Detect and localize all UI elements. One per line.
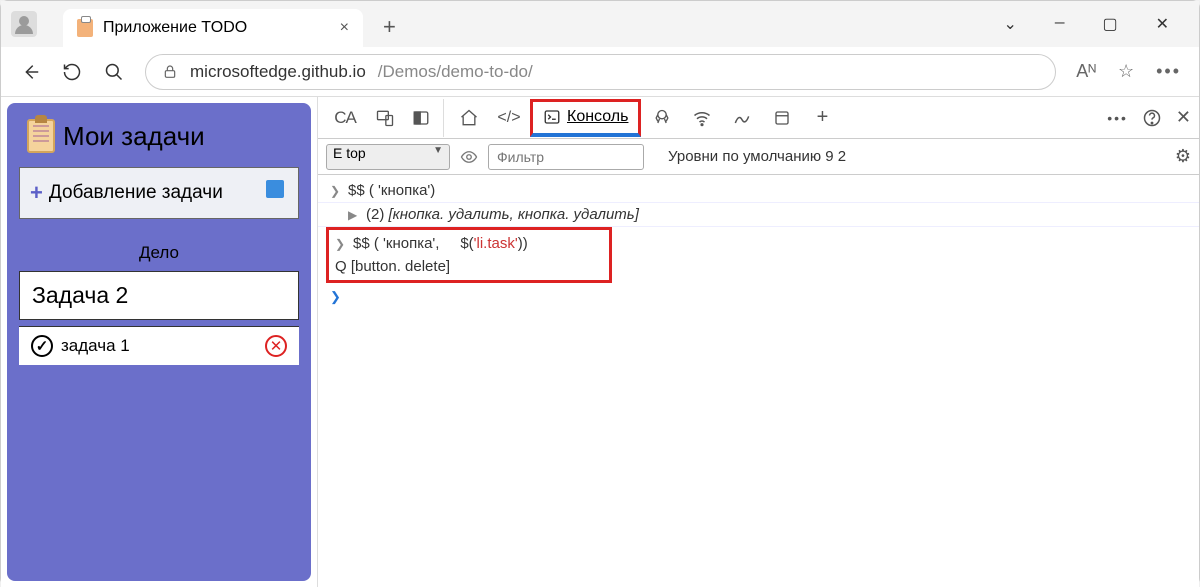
lock-icon xyxy=(162,64,178,80)
console-code: $$ ( 'кнопка') xyxy=(348,182,435,199)
url-field[interactable]: microsoftedge.github.io/Demos/demo-to-do… xyxy=(145,54,1056,90)
search-button-icon[interactable] xyxy=(103,61,125,83)
console-tab[interactable]: Консоль xyxy=(530,99,641,137)
application-tab-icon[interactable] xyxy=(763,99,801,137)
context-select[interactable]: E top xyxy=(326,144,450,170)
devtools-tabs: CA </> Консоль xyxy=(318,97,1199,139)
close-devtools-icon[interactable]: ✕ xyxy=(1176,107,1191,128)
more-menu-icon[interactable]: ••• xyxy=(1156,61,1181,82)
network-tab-icon[interactable] xyxy=(683,99,721,137)
clipboard-icon xyxy=(27,119,55,153)
clipboard-icon xyxy=(77,19,93,37)
browser-tabstrip: Приложение TODO × + ⌄ — ▢ ✕ xyxy=(1,1,1199,47)
app-title: Мои задачи xyxy=(63,121,205,152)
address-bar: microsoftedge.github.io/Demos/demo-to-do… xyxy=(1,47,1199,97)
task-item-active[interactable]: Задача 2 xyxy=(19,271,299,320)
elements-tab-icon[interactable]: </> xyxy=(490,99,528,137)
devtools-more-icon[interactable]: ••• xyxy=(1107,110,1128,126)
console-tab-label: Консоль xyxy=(567,108,628,126)
add-task-label: Добавление задачи xyxy=(49,182,223,204)
help-icon[interactable] xyxy=(1142,108,1162,128)
sources-tab-icon[interactable] xyxy=(643,99,681,137)
todo-app: Мои задачи + Добавление задачи Дело Зада… xyxy=(7,103,311,581)
close-window-icon[interactable]: ✕ xyxy=(1156,14,1169,34)
welcome-tab-icon[interactable] xyxy=(450,99,488,137)
console-result-line: Q [button. delete] xyxy=(329,255,609,278)
delete-task-icon[interactable]: ✕ xyxy=(265,335,287,357)
browser-tab[interactable]: Приложение TODO × xyxy=(63,9,363,47)
console-input-line: ❯ $$ ( 'кнопка', $('li.task')) xyxy=(329,232,609,255)
chevron-right-icon: ❯ xyxy=(330,184,342,198)
add-task-input[interactable]: + Добавление задачи xyxy=(19,167,299,219)
close-tab-icon[interactable]: × xyxy=(340,19,349,37)
chevron-right-icon: ❯ xyxy=(335,237,347,251)
new-tab-button[interactable]: + xyxy=(383,14,396,40)
profile-avatar[interactable] xyxy=(11,11,37,37)
minimize-icon[interactable]: — xyxy=(1055,14,1065,34)
console-output[interactable]: ❯ $$ ( 'кнопка') ▶ (2) [кнопка. удалить,… xyxy=(318,175,1199,587)
highlighted-console-region: ❯ $$ ( 'кнопка', $('li.task')) Q [button… xyxy=(326,227,612,283)
section-heading: Дело xyxy=(19,243,299,263)
devtools-panel: CA </> Консоль xyxy=(317,97,1199,587)
console-filter-bar: E top Уровни по умолчанию 9 2 ⚙ xyxy=(318,139,1199,175)
reader-mode-icon[interactable]: Aᴺ xyxy=(1076,61,1096,82)
chevron-right-icon[interactable]: ▶ xyxy=(348,208,360,222)
main-content: Мои задачи + Добавление задачи Дело Зада… xyxy=(1,97,1199,587)
window-controls: ⌄ — ▢ ✕ xyxy=(1003,14,1189,34)
task-done-label: задача 1 xyxy=(61,336,130,356)
console-input-line: ❯ $$ ( 'кнопка') xyxy=(318,179,1199,203)
back-button[interactable] xyxy=(19,61,41,83)
maximize-icon[interactable]: ▢ xyxy=(1102,14,1117,34)
plus-icon: + xyxy=(30,180,43,206)
performance-tab-icon[interactable] xyxy=(723,99,761,137)
url-path: /Demos/demo-to-do/ xyxy=(378,62,533,82)
console-icon xyxy=(543,108,561,126)
tab-title: Приложение TODO xyxy=(103,19,247,37)
more-tabs-button[interactable]: + xyxy=(803,99,841,137)
live-expression-icon[interactable] xyxy=(460,148,478,166)
console-prompt[interactable]: ❯ xyxy=(318,283,1199,311)
chevron-down-icon[interactable]: ⌄ xyxy=(1003,14,1016,34)
console-settings-icon[interactable]: ⚙ xyxy=(1175,146,1191,167)
device-emulation-icon[interactable] xyxy=(366,99,404,137)
check-circle-icon[interactable] xyxy=(31,335,53,357)
favorite-icon[interactable]: ☆ xyxy=(1118,61,1134,82)
inspect-toggle[interactable]: CA xyxy=(326,99,364,137)
task-item-done[interactable]: задача 1 ✕ xyxy=(19,326,299,365)
dock-side-icon[interactable] xyxy=(406,99,444,137)
log-levels[interactable]: Уровни по умолчанию 9 2 xyxy=(668,148,846,165)
text-cursor-icon xyxy=(266,180,284,198)
filter-input[interactable] xyxy=(488,144,644,170)
console-result-line: ▶ (2) [кнопка. удалить, кнопка. удалить] xyxy=(318,203,1199,227)
url-host: microsoftedge.github.io xyxy=(190,62,366,82)
refresh-button[interactable] xyxy=(61,61,83,83)
